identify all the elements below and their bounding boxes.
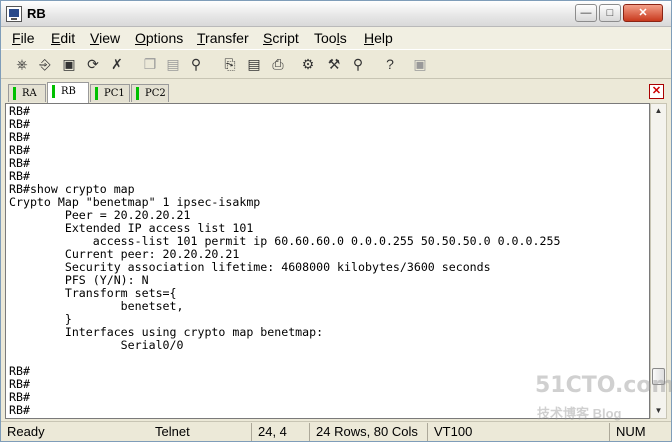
connect-icon[interactable]: ⎈	[13, 55, 31, 73]
keymap-icon[interactable]: ⚲	[349, 55, 367, 73]
app-icon	[6, 6, 22, 22]
global-options-icon[interactable]: ⚒	[325, 55, 343, 73]
app-window: RB — □ ✕ File Edit View Options Transfer…	[0, 0, 672, 442]
tab-ra[interactable]: RA	[8, 84, 46, 102]
connect-tab-icon[interactable]: ▣	[60, 55, 78, 73]
about-icon[interactable]: ▣	[411, 55, 429, 73]
watermark-logo: 51CTO.com	[535, 373, 672, 398]
tab-connected-indicator	[136, 87, 139, 100]
status-bar: Ready Telnet 24, 4 24 Rows, 80 Cols VT10…	[1, 421, 671, 441]
status-emulation: VT100	[427, 423, 507, 441]
menu-edit[interactable]: Edit	[51, 30, 75, 46]
help-icon[interactable]: ?	[381, 55, 399, 73]
quick-connect-icon[interactable]: ⎆	[36, 55, 54, 73]
scroll-up-icon[interactable]: ▲	[651, 104, 666, 118]
reconnect-icon[interactable]: ⟳	[84, 55, 102, 73]
menu-tools[interactable]: Tools	[314, 30, 347, 46]
status-terminal-size: 24 Rows, 80 Cols	[309, 423, 427, 441]
menu-help[interactable]: Help	[364, 30, 393, 46]
print-setup-icon[interactable]: ▤	[245, 55, 263, 73]
menu-file-rest: ile	[20, 30, 35, 46]
paste-icon[interactable]: ▤	[164, 55, 182, 73]
copy-icon[interactable]: ❐	[141, 55, 159, 73]
status-state: Ready	[7, 424, 45, 439]
maximize-button[interactable]: □	[599, 4, 621, 22]
close-tab-icon[interactable]: ✕	[649, 84, 664, 99]
status-cursor-position: 24, 4	[251, 423, 309, 441]
terminal-scrollbar[interactable]: ▲ ▼	[650, 103, 667, 419]
tab-pc1[interactable]: PC1	[90, 84, 130, 102]
tab-connected-indicator	[13, 87, 16, 100]
title-bar[interactable]: RB — □ ✕	[1, 1, 671, 27]
session-tabs: RA RB PC1 PC2 ✕	[1, 81, 671, 103]
find-icon[interactable]: ⚲	[187, 55, 205, 73]
print-preview-icon[interactable]: ⎘	[221, 55, 239, 73]
terminal-text: RB# RB# RB# RB# RB# RB# RB#show crypto m…	[9, 104, 561, 417]
status-protocol: Telnet	[155, 424, 190, 439]
menu-options[interactable]: Options	[135, 30, 183, 46]
tab-connected-indicator	[95, 87, 98, 100]
menu-transfer[interactable]: Transfer	[197, 30, 249, 46]
menu-file[interactable]: File	[12, 30, 35, 46]
toolbar: ⎈ ⎆ ▣ ⟳ ✗ ❐ ▤ ⚲ ⎘ ▤ ⎙ ⚙ ⚒ ⚲ ? ▣	[1, 49, 671, 79]
menu-bar: File Edit View Options Transfer Script T…	[1, 27, 671, 49]
window-title: RB	[27, 6, 46, 21]
status-num-lock: NUM	[609, 423, 669, 441]
watermark-caption: 技术博客 Blog	[537, 406, 622, 421]
tab-rb[interactable]: RB	[47, 82, 89, 103]
minimize-button[interactable]: —	[575, 4, 597, 22]
terminal-screen[interactable]: RB# RB# RB# RB# RB# RB# RB#show crypto m…	[5, 103, 650, 419]
print-icon[interactable]: ⎙	[269, 55, 287, 73]
tab-pc2[interactable]: PC2	[131, 84, 169, 102]
close-window-button[interactable]: ✕	[623, 4, 663, 22]
menu-script[interactable]: Script	[263, 30, 299, 46]
scroll-down-icon[interactable]: ▼	[651, 404, 666, 418]
menu-view[interactable]: View	[90, 30, 120, 46]
session-options-icon[interactable]: ⚙	[299, 55, 317, 73]
tab-connected-indicator	[52, 85, 55, 98]
disconnect-icon[interactable]: ✗	[108, 55, 126, 73]
